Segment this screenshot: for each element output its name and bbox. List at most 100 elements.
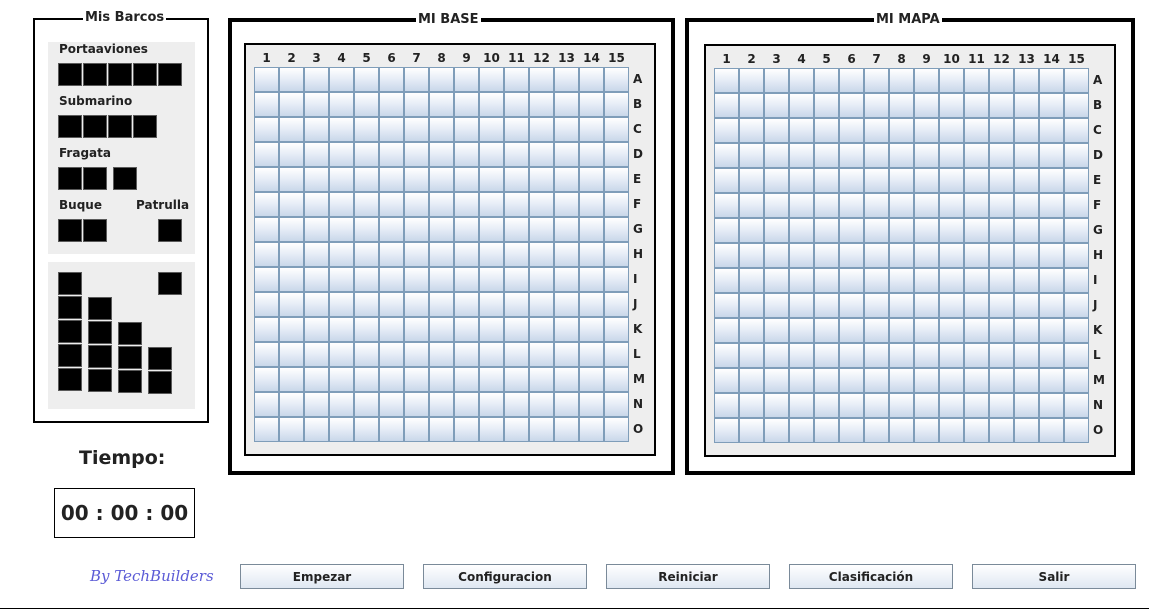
grid-cell[interactable] [989,143,1014,168]
grid-cell[interactable] [839,118,864,143]
grid-cell[interactable] [1064,93,1089,118]
grid-cell[interactable] [479,217,504,242]
grid-cell[interactable] [279,67,304,92]
grid-cell[interactable] [914,68,939,93]
grid-cell[interactable] [279,192,304,217]
grid-cell[interactable] [379,342,404,367]
grid-cell[interactable] [714,243,739,268]
grid-cell[interactable] [254,267,279,292]
grid-cell[interactable] [404,92,429,117]
grid-cell[interactable] [964,193,989,218]
grid-cell[interactable] [504,117,529,142]
grid-cell[interactable] [814,268,839,293]
grid-cell[interactable] [789,218,814,243]
grid-cell[interactable] [939,193,964,218]
grid-cell[interactable] [554,267,579,292]
grid-cell[interactable] [964,318,989,343]
grid-cell[interactable] [529,342,554,367]
grid-cell[interactable] [429,342,454,367]
grid-cell[interactable] [479,142,504,167]
grid-cell[interactable] [839,68,864,93]
grid-cell[interactable] [939,143,964,168]
grid-cell[interactable] [379,242,404,267]
grid-cell[interactable] [254,167,279,192]
grid-cell[interactable] [789,318,814,343]
grid-cell[interactable] [889,168,914,193]
grid-cell[interactable] [529,142,554,167]
grid-cell[interactable] [304,67,329,92]
grid-cell[interactable] [304,142,329,167]
grid-cell[interactable] [454,92,479,117]
grid-cell[interactable] [254,217,279,242]
grid-cell[interactable] [304,317,329,342]
grid-cell[interactable] [989,243,1014,268]
grid-cell[interactable] [304,417,329,442]
grid-cell[interactable] [479,342,504,367]
grid-cell[interactable] [964,418,989,443]
grid-cell[interactable] [579,292,604,317]
ship-submarino[interactable] [58,115,157,138]
grid-cell[interactable] [964,293,989,318]
grid-cell[interactable] [889,93,914,118]
grid-cell[interactable] [864,168,889,193]
grid-cell[interactable] [329,342,354,367]
grid-cell[interactable] [479,317,504,342]
grid-cell[interactable] [814,243,839,268]
grid-cell[interactable] [839,193,864,218]
grid-cell[interactable] [714,118,739,143]
grid-cell[interactable] [429,67,454,92]
grid-cell[interactable] [504,392,529,417]
grid-cell[interactable] [429,292,454,317]
grid-cell[interactable] [939,243,964,268]
grid-cell[interactable] [814,418,839,443]
grid-cell[interactable] [739,418,764,443]
grid-cell[interactable] [839,293,864,318]
grid-cell[interactable] [404,217,429,242]
grid-cell[interactable] [739,343,764,368]
grid-cell[interactable] [789,93,814,118]
grid-cell[interactable] [354,392,379,417]
grid-cell[interactable] [889,368,914,393]
grid-cell[interactable] [604,342,629,367]
grid-cell[interactable] [429,92,454,117]
grid-cell[interactable] [579,117,604,142]
grid-cell[interactable] [479,92,504,117]
grid-cell[interactable] [454,267,479,292]
grid-cell[interactable] [354,167,379,192]
grid-cell[interactable] [1039,93,1064,118]
grid-cell[interactable] [604,417,629,442]
grid-cell[interactable] [864,368,889,393]
grid-cell[interactable] [889,293,914,318]
grid-cell[interactable] [914,268,939,293]
grid-cell[interactable] [789,293,814,318]
grid-cell[interactable] [764,268,789,293]
grid-cell[interactable] [354,292,379,317]
grid-cell[interactable] [279,317,304,342]
grid-cell[interactable] [304,117,329,142]
grid-cell[interactable] [1064,68,1089,93]
grid-cell[interactable] [429,317,454,342]
grid-cell[interactable] [279,242,304,267]
grid-cell[interactable] [739,68,764,93]
grid-cell[interactable] [839,243,864,268]
grid-cell[interactable] [739,268,764,293]
grid-cell[interactable] [814,318,839,343]
grid-cell[interactable] [764,143,789,168]
grid-cell[interactable] [379,67,404,92]
grid-cell[interactable] [764,293,789,318]
grid-cell[interactable] [429,142,454,167]
grid-cell[interactable] [454,192,479,217]
grid-cell[interactable] [404,267,429,292]
grid-cell[interactable] [604,242,629,267]
grid-cell[interactable] [764,68,789,93]
grid-cell[interactable] [814,193,839,218]
grid-cell[interactable] [1039,193,1064,218]
grid-cell[interactable] [529,92,554,117]
grid-cell[interactable] [479,67,504,92]
grid-cell[interactable] [529,67,554,92]
grid-cell[interactable] [739,193,764,218]
grid-cell[interactable] [1014,193,1039,218]
grid-cell[interactable] [429,242,454,267]
grid-cell[interactable] [479,242,504,267]
grid-cell[interactable] [554,142,579,167]
